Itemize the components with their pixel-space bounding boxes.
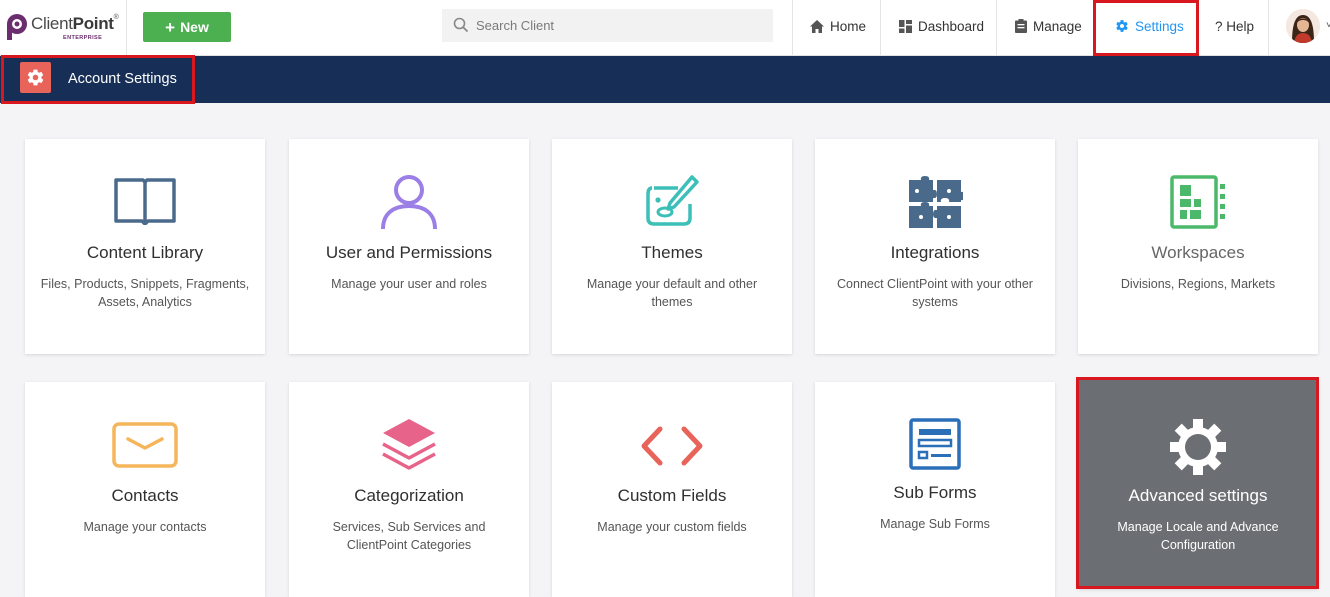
workspace-icon (1078, 174, 1318, 230)
logo-mark-icon (7, 14, 27, 40)
card-description: Manage your user and roles (331, 277, 487, 291)
nav-manage-label: Manage (1033, 18, 1082, 34)
nav-manage[interactable]: Manage (1015, 0, 1082, 52)
divider (1198, 0, 1199, 56)
card-title: Contacts (111, 486, 179, 505)
card-description: Manage Locale and Advance Configuration (1117, 520, 1279, 552)
nav-help[interactable]: ? Help (1215, 0, 1254, 52)
nav-help-label: ? Help (1215, 18, 1255, 34)
search-input[interactable] (476, 9, 766, 42)
card-integrations[interactable]: Integrations Connect ClientPoint with yo… (815, 139, 1055, 354)
card-description: Divisions, Regions, Markets (1120, 277, 1276, 291)
card-description: Manage your default and other themes (586, 277, 758, 309)
card-title: Sub Forms (893, 483, 977, 502)
banner-settings-icon (20, 62, 51, 93)
nav-home[interactable]: Home (810, 0, 866, 52)
chevron-down-icon[interactable]: ˅ (1326, 20, 1330, 31)
logo-text: ClientPoint® (31, 14, 119, 33)
card-title: Categorization (354, 486, 464, 505)
nav-settings[interactable]: Settings (1115, 0, 1184, 52)
divider (1268, 0, 1269, 56)
avatar[interactable] (1286, 9, 1320, 43)
card-advanced-settings[interactable]: Advanced settings Manage Locale and Adva… (1078, 380, 1318, 589)
code-icon (552, 426, 792, 466)
card-categorization[interactable]: Categorization Services, Sub Services an… (289, 382, 529, 597)
card-description: Manage your contacts (83, 520, 207, 534)
card-custom-fields[interactable]: Custom Fields Manage your custom fields (552, 382, 792, 597)
layers-icon (289, 417, 529, 471)
form-icon (815, 417, 1055, 471)
divider (792, 0, 793, 56)
plus-icon: + (165, 17, 176, 37)
nav-settings-label: Settings (1135, 18, 1184, 34)
search-box[interactable] (442, 9, 773, 42)
search-icon (453, 17, 469, 33)
card-workspaces[interactable]: Workspaces Divisions, Regions, Markets (1078, 139, 1318, 354)
card-content-library[interactable]: Content Library Files, Products, Snippet… (25, 139, 265, 354)
card-title: Workspaces (1151, 243, 1245, 262)
user-icon (289, 173, 529, 231)
card-contacts[interactable]: Contacts Manage your contacts (25, 382, 265, 597)
account-settings-banner (0, 56, 1330, 103)
clientpoint-logo[interactable]: ClientPoint® ENTERPRISE (6, 12, 121, 44)
nav-home-label: Home (830, 18, 867, 34)
page-title: Account Settings (68, 71, 177, 87)
card-description: Manage Sub Forms (880, 517, 990, 531)
divider (1095, 0, 1096, 56)
gear-icon (1116, 20, 1128, 32)
card-description: Manage your custom fields (597, 520, 747, 534)
puzzle-icon (815, 176, 1055, 230)
card-description: Services, Sub Services and ClientPoint C… (332, 520, 486, 552)
logo-subtitle: ENTERPRISE (63, 35, 103, 41)
gear-icon (1078, 417, 1318, 477)
gear-icon (27, 69, 44, 86)
book-icon (25, 177, 265, 225)
card-themes[interactable]: Themes Manage your default and other the… (552, 139, 792, 354)
divider (996, 0, 997, 56)
card-title: Integrations (890, 243, 980, 262)
dashboard-icon (899, 19, 912, 33)
card-title: User and Permissions (325, 243, 493, 262)
card-title: Advanced settings (1128, 486, 1268, 505)
card-description: Files, Products, Snippets, Fragments, As… (40, 277, 250, 309)
divider (126, 0, 127, 56)
card-description: Connect ClientPoint with your other syst… (837, 277, 1033, 309)
envelope-icon (25, 422, 265, 468)
clipboard-icon (1015, 19, 1027, 33)
card-sub-forms[interactable]: Sub Forms Manage Sub Forms (815, 382, 1055, 597)
avatar-image (1286, 9, 1320, 43)
card-title: Content Library (86, 243, 204, 262)
card-title: Custom Fields (617, 486, 727, 505)
divider (880, 0, 881, 56)
palette-icon (552, 174, 792, 230)
top-bar: ClientPoint® ENTERPRISE + New Home Dashb… (0, 0, 1330, 56)
home-icon (810, 19, 824, 33)
nav-dashboard-label: Dashboard (918, 18, 985, 34)
card-user-and-permissions[interactable]: User and Permissions Manage your user an… (289, 139, 529, 354)
card-title: Themes (641, 243, 703, 262)
nav-dashboard[interactable]: Dashboard (899, 0, 984, 52)
new-button[interactable]: + New (143, 12, 231, 42)
new-button-label: New (180, 19, 209, 35)
